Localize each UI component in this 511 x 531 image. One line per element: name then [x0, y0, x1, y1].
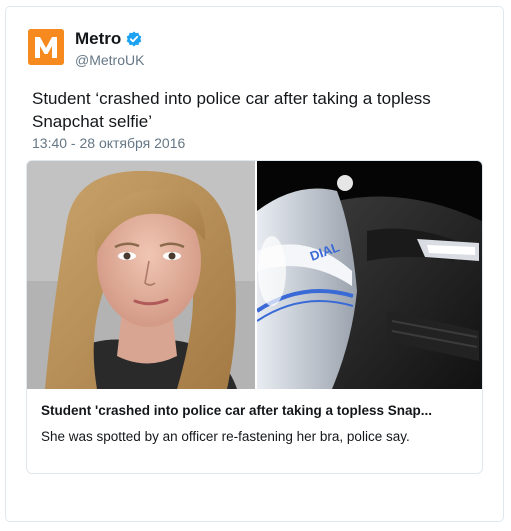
metro-logo[interactable] [28, 29, 64, 65]
author-name[interactable]: Metro [75, 29, 121, 49]
mugshot-photo[interactable] [27, 161, 255, 389]
tweet-card[interactable]: Metro @MetroUK Student ‘crashed into pol… [5, 6, 504, 522]
card-title[interactable]: Student 'crashed into police car after t… [41, 403, 471, 418]
card-description: She was spotted by an officer re-fasteni… [41, 429, 410, 444]
verified-badge-icon [126, 31, 142, 47]
crashed-police-car-photo[interactable]: DIAL [257, 161, 482, 389]
link-preview-card[interactable]: DIAL Student 'crashed into police car af… [26, 160, 483, 474]
tweet-text: Student ‘crashed into police car after t… [32, 89, 431, 131]
author-handle[interactable]: @MetroUK [75, 52, 144, 68]
tweet-timestamp[interactable]: 13:40 - 28 октября 2016 [32, 135, 185, 151]
